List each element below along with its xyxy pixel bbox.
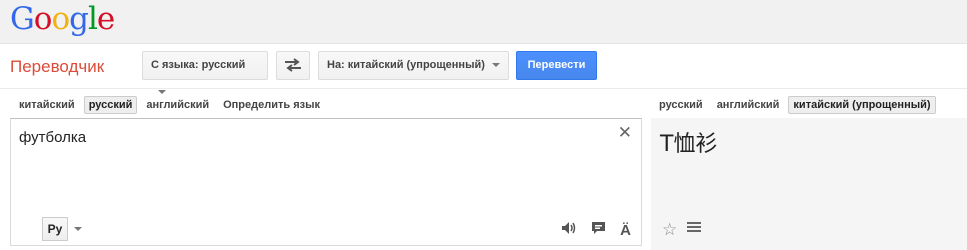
source-text-area[interactable]: футболка ✕ Ру Ä — [10, 118, 642, 246]
source-language-select[interactable]: С языка: русский — [142, 51, 268, 95]
source-tab-english[interactable]: английский — [141, 96, 214, 114]
logo-letter: o — [33, 1, 53, 37]
product-title: Переводчик — [10, 57, 105, 76]
logo-letter: e — [96, 1, 115, 37]
translation-result-panel: T恤衫 ☆ — [651, 118, 967, 250]
source-language-tabs: китайский русский английский Определить язы… — [14, 96, 329, 114]
translated-text[interactable]: T恤衫 — [660, 126, 717, 158]
chevron-down-icon — [491, 63, 500, 68]
feedback-icon[interactable] — [591, 221, 606, 239]
swap-arrows-icon — [285, 58, 301, 72]
result-actions: ☆ — [662, 220, 711, 240]
list-icon[interactable] — [687, 222, 702, 236]
close-icon[interactable]: ✕ — [618, 123, 632, 143]
source-tab-russian[interactable]: русский — [83, 96, 138, 114]
logo-letter: l — [87, 1, 98, 37]
source-tab-chinese[interactable]: китайский — [14, 96, 80, 114]
target-language-select[interactable]: На: китайский (упрощенный) — [318, 51, 509, 80]
target-tab-chinese-simplified[interactable]: китайский (упрощенный) — [788, 96, 936, 114]
virtual-keyboard-icon[interactable]: Ä — [620, 222, 631, 239]
target-tab-english[interactable]: английский — [712, 96, 785, 114]
logo-letter: G — [10, 1, 35, 37]
translate-button[interactable]: Перевести — [516, 51, 597, 80]
chevron-down-icon — [158, 90, 166, 95]
source-text[interactable]: футболка — [19, 129, 86, 146]
top-bar: Google — [0, 0, 967, 44]
target-language-label: На: китайский (упрощенный) — [327, 59, 485, 71]
swap-languages-button[interactable] — [276, 51, 310, 80]
logo-letter: g — [69, 1, 89, 37]
chevron-down-icon[interactable] — [74, 227, 82, 231]
google-logo[interactable]: Google — [10, 1, 115, 37]
source-language-label: С языка: русский — [151, 59, 246, 71]
star-icon[interactable]: ☆ — [662, 220, 677, 240]
source-tab-detect-language[interactable]: Определить язык — [218, 96, 325, 114]
speaker-icon[interactable] — [561, 221, 577, 239]
input-tools-button[interactable]: Ру — [42, 217, 68, 241]
toolbar: Переводчик С языка: русский На: китайски… — [0, 45, 967, 95]
target-tab-russian[interactable]: русский — [654, 96, 708, 114]
source-actions: Ä — [547, 221, 631, 239]
logo-letter: o — [51, 1, 70, 37]
target-language-tabs: русский английский китайский (упрощенный) — [654, 96, 940, 114]
